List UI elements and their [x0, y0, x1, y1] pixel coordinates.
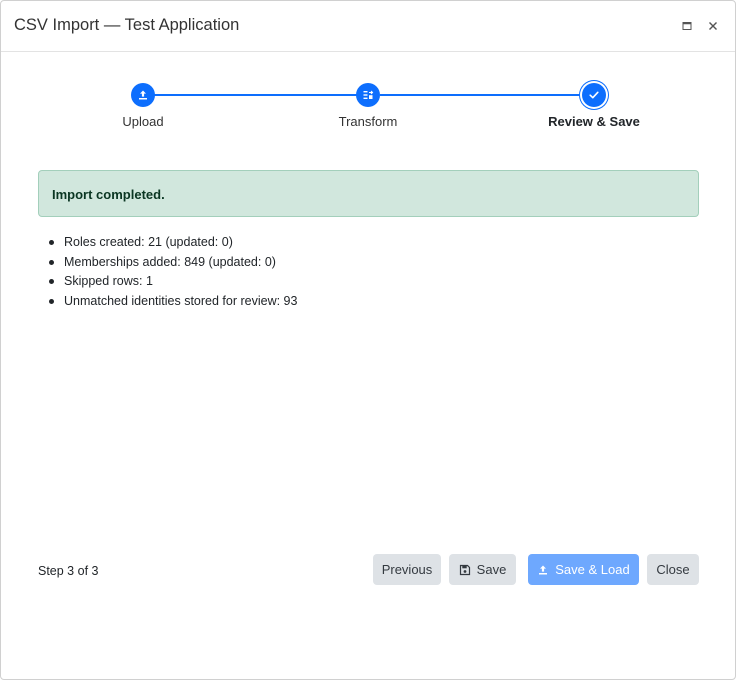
step-review-indicator[interactable] [582, 83, 606, 107]
list-item: Skipped rows: 1 [48, 272, 297, 292]
save-and-load-button-label: Save & Load [555, 562, 630, 577]
close-button[interactable]: Close [647, 554, 699, 585]
step-upload-indicator[interactable] [131, 83, 155, 107]
step-connector [380, 94, 582, 96]
step-connector [154, 94, 357, 96]
check-icon [589, 91, 599, 99]
window-title: CSV Import — Test Application [14, 16, 240, 34]
upload-icon [539, 565, 548, 574]
list-item: Memberships added: 849 (updated: 0) [48, 253, 297, 273]
save-button[interactable]: Save [449, 554, 516, 585]
import-results-list: Roles created: 21 (updated: 0) Membershi… [48, 233, 297, 312]
previous-button-label: Previous [381, 562, 433, 577]
save-and-load-button[interactable]: Save & Load [528, 554, 639, 585]
close-icon[interactable] [706, 19, 720, 33]
maximize-icon[interactable] [680, 19, 694, 33]
close-button-label: Close [656, 562, 690, 577]
title-bar: CSV Import — Test Application [1, 1, 735, 52]
save-icon [459, 564, 470, 575]
step-counter: Step 3 of 3 [38, 564, 99, 578]
alert-message: Import completed. [52, 187, 165, 202]
list-item: Roles created: 21 (updated: 0) [48, 233, 297, 253]
success-alert: Import completed. [38, 170, 699, 217]
wizard-stepper: Upload Transform Review & Save [1, 81, 735, 141]
upload-icon [139, 90, 147, 100]
transform-icon [363, 90, 374, 99]
list-item: Unmatched identities stored for review: … [48, 292, 297, 312]
step-label-transform: Transform [338, 114, 398, 129]
csv-import-dialog: CSV Import — Test Application Upload Tra… [0, 0, 736, 680]
step-label-review: Review & Save [548, 114, 640, 129]
save-button-label: Save [476, 562, 507, 577]
previous-button[interactable]: Previous [373, 554, 441, 585]
step-label-upload: Upload [122, 114, 164, 129]
step-transform-indicator[interactable] [356, 83, 380, 107]
